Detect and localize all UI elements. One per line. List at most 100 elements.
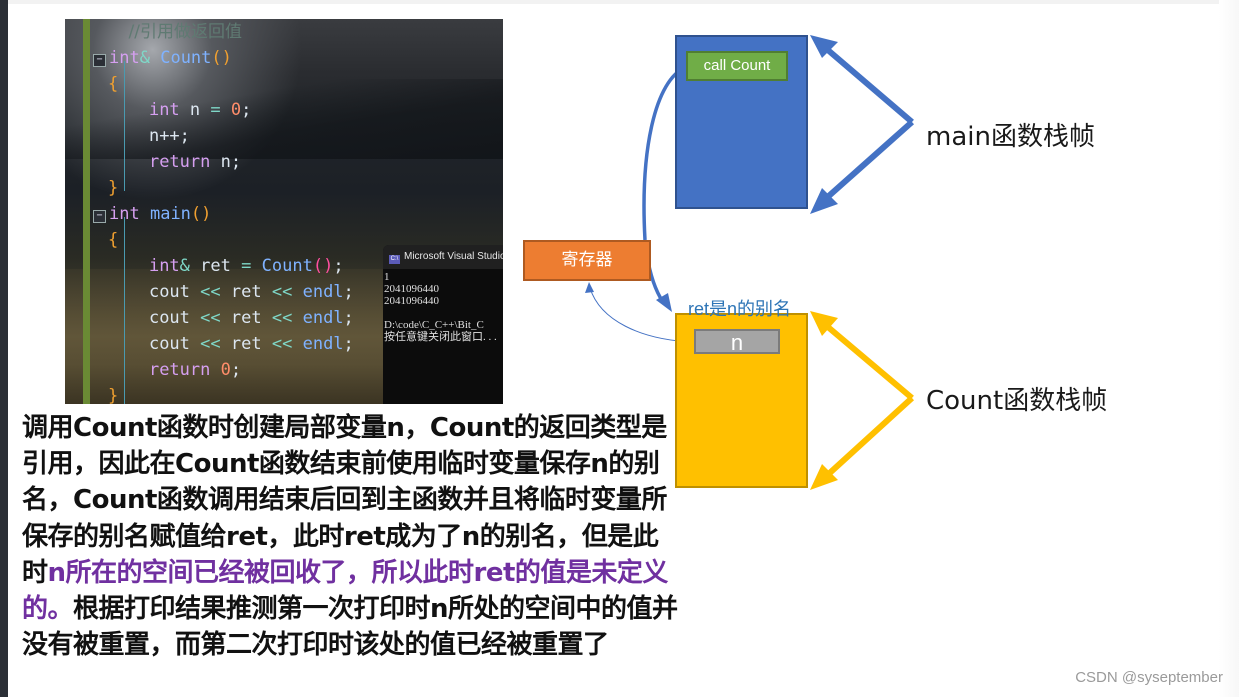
code-token: endl — [302, 334, 344, 354]
console-line: 2041096440 — [384, 283, 439, 295]
code-token: ; — [343, 282, 354, 302]
code-line: { — [93, 71, 354, 97]
count-frame-label: Count函数栈帧 — [926, 386, 1108, 416]
code-line: cout << ret << endl; — [93, 331, 354, 357]
main-frame-label: main函数栈帧 — [926, 122, 1095, 152]
code-token: 0 — [230, 100, 242, 120]
code-token: n — [189, 100, 201, 120]
console-titlebar: C:\ Microsoft Visual Studio — [383, 245, 503, 269]
code-token: ret — [230, 308, 262, 328]
code-token: n — [220, 152, 231, 172]
main-frame-bracket-arrow — [810, 35, 914, 214]
code-token: cout — [148, 334, 190, 354]
console-line: D:\code\C_C++\Bit_C — [384, 319, 484, 331]
explanation-part2: 根据打印结果推测第一次打印时n所处的空间中的值并没有被重置，而第二次打印时该处的… — [22, 594, 678, 661]
code-token: 0 — [220, 360, 231, 380]
code-token: } — [108, 178, 119, 198]
code-token: () — [190, 204, 212, 224]
console-line: 2041096440 — [384, 295, 439, 307]
function-name: Count — [160, 48, 212, 68]
code-token: Count — [261, 256, 313, 276]
count-bracket-upper-head — [810, 311, 838, 336]
code-line: int n = 0; — [93, 97, 354, 123]
code-line: //引用做返回值 — [93, 19, 354, 45]
code-token: << — [271, 334, 293, 354]
code-token: { — [108, 74, 119, 94]
explanation-text: 调用Count函数时创建局部变量n，Count的返回类型是引用，因此在Count… — [22, 410, 682, 663]
code-line: n++; — [93, 123, 354, 149]
code-token: << — [200, 308, 221, 328]
code-token: int — [148, 100, 180, 120]
code-token: ; — [230, 152, 242, 172]
change-margin-bar — [83, 19, 90, 404]
code-token: ; — [333, 256, 344, 276]
code-token: return — [148, 152, 211, 172]
call-flow-arrow-head — [656, 293, 672, 312]
main-bracket-upper-head — [810, 35, 838, 58]
code-token: n++; — [148, 126, 190, 146]
window-edge — [0, 0, 8, 697]
code-token: int — [109, 48, 140, 68]
code-token: ; — [241, 100, 252, 120]
code-token: << — [200, 282, 221, 302]
code-comment: //引用做返回值 — [128, 22, 242, 42]
code-line: return 0; — [93, 357, 354, 383]
console-window: C:\ Microsoft Visual Studio 1 2041096440 20… — [383, 245, 503, 404]
right-edge — [1219, 0, 1239, 697]
fold-toggle-icon[interactable]: − — [93, 54, 106, 67]
main-bracket-lower-head — [810, 188, 838, 214]
code-token: ; — [343, 334, 354, 354]
console-output: 1 2041096440 2041096440 D:\code\C_C++\Bit_… — [383, 269, 503, 343]
code-token: ret — [230, 334, 262, 354]
code-token: () — [312, 256, 334, 276]
code-token: & — [179, 256, 190, 276]
top-edge — [8, 0, 1239, 4]
console-app-icon: C:\ — [389, 255, 400, 264]
code-token: ; — [230, 360, 242, 380]
main-bracket-upper-line — [820, 42, 914, 125]
code-token: ret — [230, 282, 262, 302]
code-line: { — [93, 227, 354, 253]
function-name: main — [149, 204, 191, 224]
code-token: << — [271, 308, 293, 328]
code-line: } — [93, 175, 354, 201]
code-token: () — [211, 48, 232, 68]
code-editor: //引用做返回值 − int& Count(){ int n = 0; n++; r… — [93, 19, 354, 404]
console-title: Microsoft Visual Studio — [404, 251, 503, 262]
code-token: = — [241, 256, 252, 276]
code-line: − int& Count() — [93, 45, 354, 71]
code-screenshot: //引用做返回值 − int& Count(){ int n = 0; n++; r… — [65, 19, 503, 404]
alias-annotation: ret是n的别名 — [688, 299, 792, 319]
register-box: 寄存器 — [523, 240, 651, 281]
code-token: cout — [148, 282, 190, 302]
code-token: cout — [148, 308, 190, 328]
code-token: return — [148, 360, 211, 380]
variable-n-box: n — [694, 329, 780, 354]
main-bracket-lower-line — [820, 119, 914, 205]
count-bracket-lower-line — [819, 395, 915, 483]
count-bracket-lower-head — [810, 464, 838, 490]
code-token: ret — [200, 256, 231, 276]
console-line: 按任意键关闭此窗口. . . — [384, 331, 497, 343]
code-line: cout << ret << endl; — [93, 305, 354, 331]
return-flow-arrow-head — [585, 282, 594, 293]
code-token: endl — [302, 282, 344, 302]
code-line: int& ret = Count(); — [93, 253, 354, 279]
count-frame-bracket-arrow — [810, 311, 915, 490]
code-token: = — [210, 100, 221, 120]
code-token: & — [139, 48, 150, 68]
code-line: return n; — [93, 149, 354, 175]
watermark: CSDN @syseptember — [1075, 669, 1223, 686]
code-token: } — [108, 386, 119, 404]
code-token: ; — [343, 308, 354, 328]
console-line: 1 — [384, 271, 390, 283]
code-token: << — [271, 282, 293, 302]
count-bracket-upper-line — [820, 319, 914, 401]
code-token: endl — [302, 308, 344, 328]
code-line: } — [93, 383, 354, 404]
code-line: cout << ret << endl; — [93, 279, 354, 305]
fold-toggle-icon[interactable]: − — [93, 210, 106, 223]
code-line: − int main() — [93, 201, 354, 227]
code-token: << — [200, 334, 221, 354]
